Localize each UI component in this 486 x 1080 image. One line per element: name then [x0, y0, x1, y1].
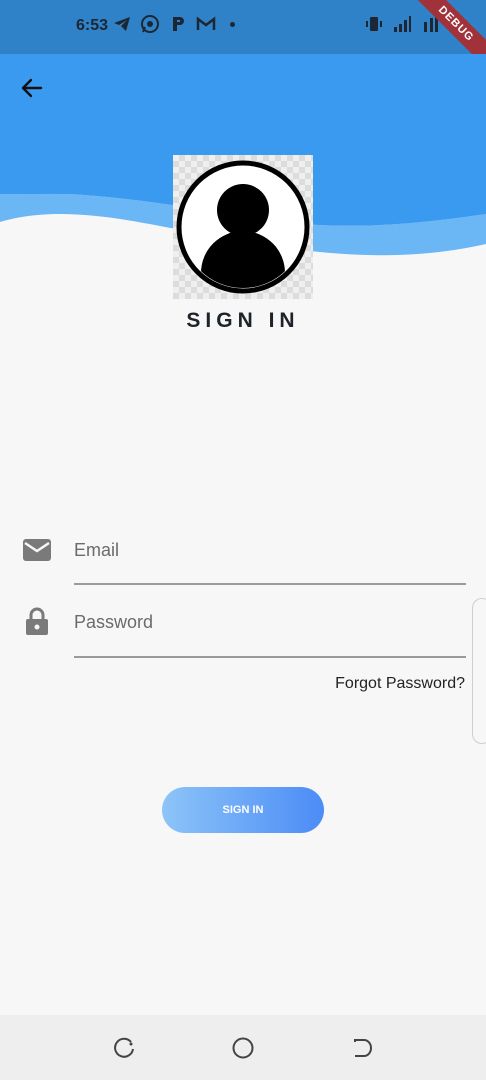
- password-field-row: [0, 600, 486, 670]
- home-icon[interactable]: [230, 1035, 256, 1061]
- avatar: [173, 155, 313, 299]
- lock-icon: [20, 604, 54, 638]
- email-input[interactable]: [74, 530, 466, 570]
- signal-icon: [392, 14, 412, 34]
- email-field-row: [0, 528, 486, 598]
- notification-icons: [112, 14, 235, 34]
- telegram-icon: [112, 14, 132, 34]
- gmail-icon: [196, 14, 216, 34]
- sign-in-button[interactable]: SIGN IN: [162, 787, 324, 833]
- back-icon[interactable]: [349, 1035, 375, 1061]
- status-time: 6:53: [76, 17, 109, 34]
- back-button[interactable]: [14, 70, 50, 106]
- forgot-password-link[interactable]: Forgot Password?: [335, 675, 465, 693]
- paytm-icon: [168, 14, 188, 34]
- system-nav-bar: [0, 1015, 486, 1080]
- status-bar: 6:53 DEBUG: [0, 0, 486, 74]
- edge-panel-handle[interactable]: [472, 598, 486, 744]
- page-title: SIGN IN: [186, 309, 300, 332]
- arrow-back-icon: [21, 78, 43, 98]
- vibrate-icon: [364, 14, 384, 34]
- account-circle-icon: [176, 160, 310, 294]
- password-input[interactable]: [74, 602, 466, 642]
- recents-icon[interactable]: [111, 1035, 137, 1061]
- password-underline: [74, 656, 466, 658]
- whatsapp-icon: [140, 14, 160, 34]
- mail-icon: [20, 533, 54, 567]
- email-underline: [74, 583, 466, 585]
- more-notifications-dot: [230, 21, 235, 27]
